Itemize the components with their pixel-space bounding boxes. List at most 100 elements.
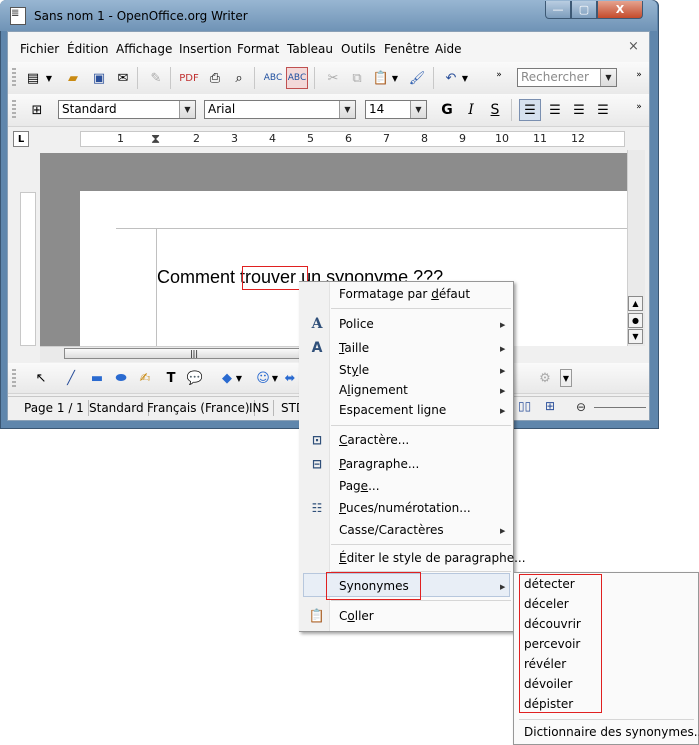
print-preview-icon[interactable]: ⌕ [228,67,250,89]
font-name-select[interactable]: Arial ▼ [204,100,356,119]
previous-page-icon[interactable]: ▲ [628,296,643,311]
bold-button[interactable]: G [436,99,458,121]
chevron-down-icon[interactable]: ▼ [339,101,355,118]
email-icon[interactable]: ✉ [112,67,134,89]
copy-icon[interactable]: ⧉ [346,67,368,89]
menu-insertion[interactable]: Insertion [179,42,232,56]
thesaurus-dictionary-item[interactable]: Dictionnaire des synonymes... [524,725,699,739]
paste-dropdown-icon[interactable]: ▼ [390,67,400,89]
select-icon[interactable]: ↖ [30,367,52,389]
menu-fenetre[interactable]: Fenêtre [384,42,429,56]
toolbar-grip[interactable] [12,100,16,120]
align-right-icon[interactable]: ☰ [568,99,590,121]
menu-item-page[interactable]: Page... [339,479,380,493]
close-document-icon[interactable]: × [628,39,639,54]
menu-item-police[interactable]: Police [339,317,374,331]
status-page-style[interactable]: Standard [85,400,149,416]
menu-item-paragraphe[interactable]: Paragraphe... [339,457,419,471]
next-page-icon[interactable]: ▼ [628,329,643,344]
close-window-button[interactable]: X [597,1,643,19]
status-language[interactable]: Français (France) [143,400,255,416]
search-dropdown-icon[interactable]: ▼ [600,69,616,86]
callout-icon[interactable]: 💬 [184,367,206,389]
clone-formatting-icon[interactable]: 🖌 [406,67,428,89]
line-icon[interactable]: ╱ [60,367,82,389]
styles-formatting-icon[interactable]: ⊞ [26,99,48,121]
zoom-out-icon[interactable]: ⊖ [576,400,586,414]
zoom-slider[interactable] [594,407,646,408]
toolbar-overflow-icon[interactable]: » [492,64,506,86]
vertical-ruler[interactable] [20,192,36,346]
justify-icon[interactable]: ☰ [592,99,614,121]
chevron-down-icon[interactable]: ▼ [179,101,195,118]
block-arrows-icon[interactable]: ⬌ [284,367,296,389]
toolbar-grip[interactable] [12,369,16,389]
paragraph-style-select[interactable]: Standard ▼ [58,100,196,119]
shapes-dropdown-icon[interactable]: ▼ [234,367,244,389]
undo-icon[interactable]: ↶ [440,67,462,89]
spellcheck-icon[interactable]: ABC [262,67,284,89]
toolbar-overflow-icon[interactable]: ▼ [560,369,572,387]
minimize-button[interactable]: — [545,1,571,19]
title-bar[interactable]: ≣ Sans nom 1 - OpenOffice.org Writer — ▢… [0,0,657,31]
ruler-label: 11 [533,132,547,145]
menu-item-taille[interactable]: Taille [339,341,369,355]
undo-dropdown-icon[interactable]: ▼ [460,67,470,89]
menu-item-puces-numerotation[interactable]: Puces/numérotation... [339,501,471,515]
menu-item-casse-caracteres[interactable]: Casse/Caractères [339,523,444,537]
menu-aide[interactable]: Aide [435,42,462,56]
ellipse-icon[interactable]: ⬬ [110,367,132,389]
font-size-select[interactable]: 14 ▼ [365,100,427,119]
view-layout-icon[interactable]: ▯▯ [518,399,531,413]
menu-separator [331,544,511,545]
menu-fichier[interactable]: Fichier [20,42,59,56]
toolbar-overflow-icon[interactable]: » [632,96,646,118]
cut-icon[interactable]: ✂ [322,67,344,89]
align-center-icon[interactable]: ☰ [544,99,566,121]
menu-item-editer-style-paragraphe[interactable]: Éditer le style de paragraphe... [339,551,526,565]
italic-button[interactable]: I [460,99,482,121]
menu-outils[interactable]: Outils [341,42,376,56]
underline-button[interactable]: S [484,99,506,121]
status-page[interactable]: Page 1 / 1 [20,400,89,416]
new-dropdown-icon[interactable]: ▼ [44,67,54,89]
autospellcheck-icon[interactable]: ABC [286,67,308,89]
freeform-icon[interactable]: ✍ [134,367,156,389]
chevron-down-icon[interactable]: ▼ [410,101,426,118]
edit-file-icon[interactable]: ✎ [145,67,167,89]
text-icon[interactable]: T [160,367,182,389]
horizontal-ruler[interactable]: 1 ⧗ 2 3 4 5 6 7 8 9 10 11 12 [80,131,625,147]
indent-marker-icon[interactable]: ⧗ [151,132,160,147]
menu-item-style[interactable]: Style [339,363,369,377]
export-pdf-icon[interactable]: PDF [178,67,200,89]
menu-item-caractere[interactable]: Caractère... [339,433,409,447]
save-icon[interactable]: ▣ [88,67,110,89]
print-icon[interactable]: ⎙ [204,67,226,89]
menu-affichage[interactable]: Affichage [116,42,172,56]
open-icon[interactable]: ▰ [62,67,84,89]
toolbar-grip[interactable] [12,68,16,88]
toolbar-overflow-icon[interactable]: » [632,64,646,86]
extrusion-icon[interactable]: ⚙ [534,367,556,389]
paste-icon[interactable]: 📋 [370,67,392,89]
navigator-icon[interactable]: ● [628,313,643,328]
maximize-button[interactable]: ▢ [571,1,597,19]
status-insert-mode[interactable]: INS [245,400,275,416]
menu-item-espacement-ligne[interactable]: Espacement ligne [339,403,446,417]
shapes-dropdown-icon[interactable]: ▼ [270,367,280,389]
menu-format[interactable]: Format [237,42,279,56]
book-view-icon[interactable]: ⊞ [545,399,555,413]
submenu-arrow-icon: ▶ [500,367,506,375]
search-input[interactable]: Rechercher ▼ [517,68,617,87]
submenu-arrow-icon: ▶ [500,345,506,353]
menu-item-formatage-par-defaut[interactable]: Formatage par défaut [339,287,470,301]
menu-tableau[interactable]: Tableau [287,42,333,56]
align-left-icon[interactable]: ☰ [519,99,541,121]
menu-item-coller[interactable]: Coller [339,609,374,623]
tab-stop-selector[interactable]: L [13,131,29,147]
scrollbar-thumb[interactable]: ||| [64,348,324,359]
menu-item-alignement[interactable]: Alignement [339,383,408,397]
new-document-icon[interactable]: ▤ [22,67,44,89]
menu-edition[interactable]: Édition [67,42,109,56]
rectangle-icon[interactable]: ▬ [86,367,108,389]
